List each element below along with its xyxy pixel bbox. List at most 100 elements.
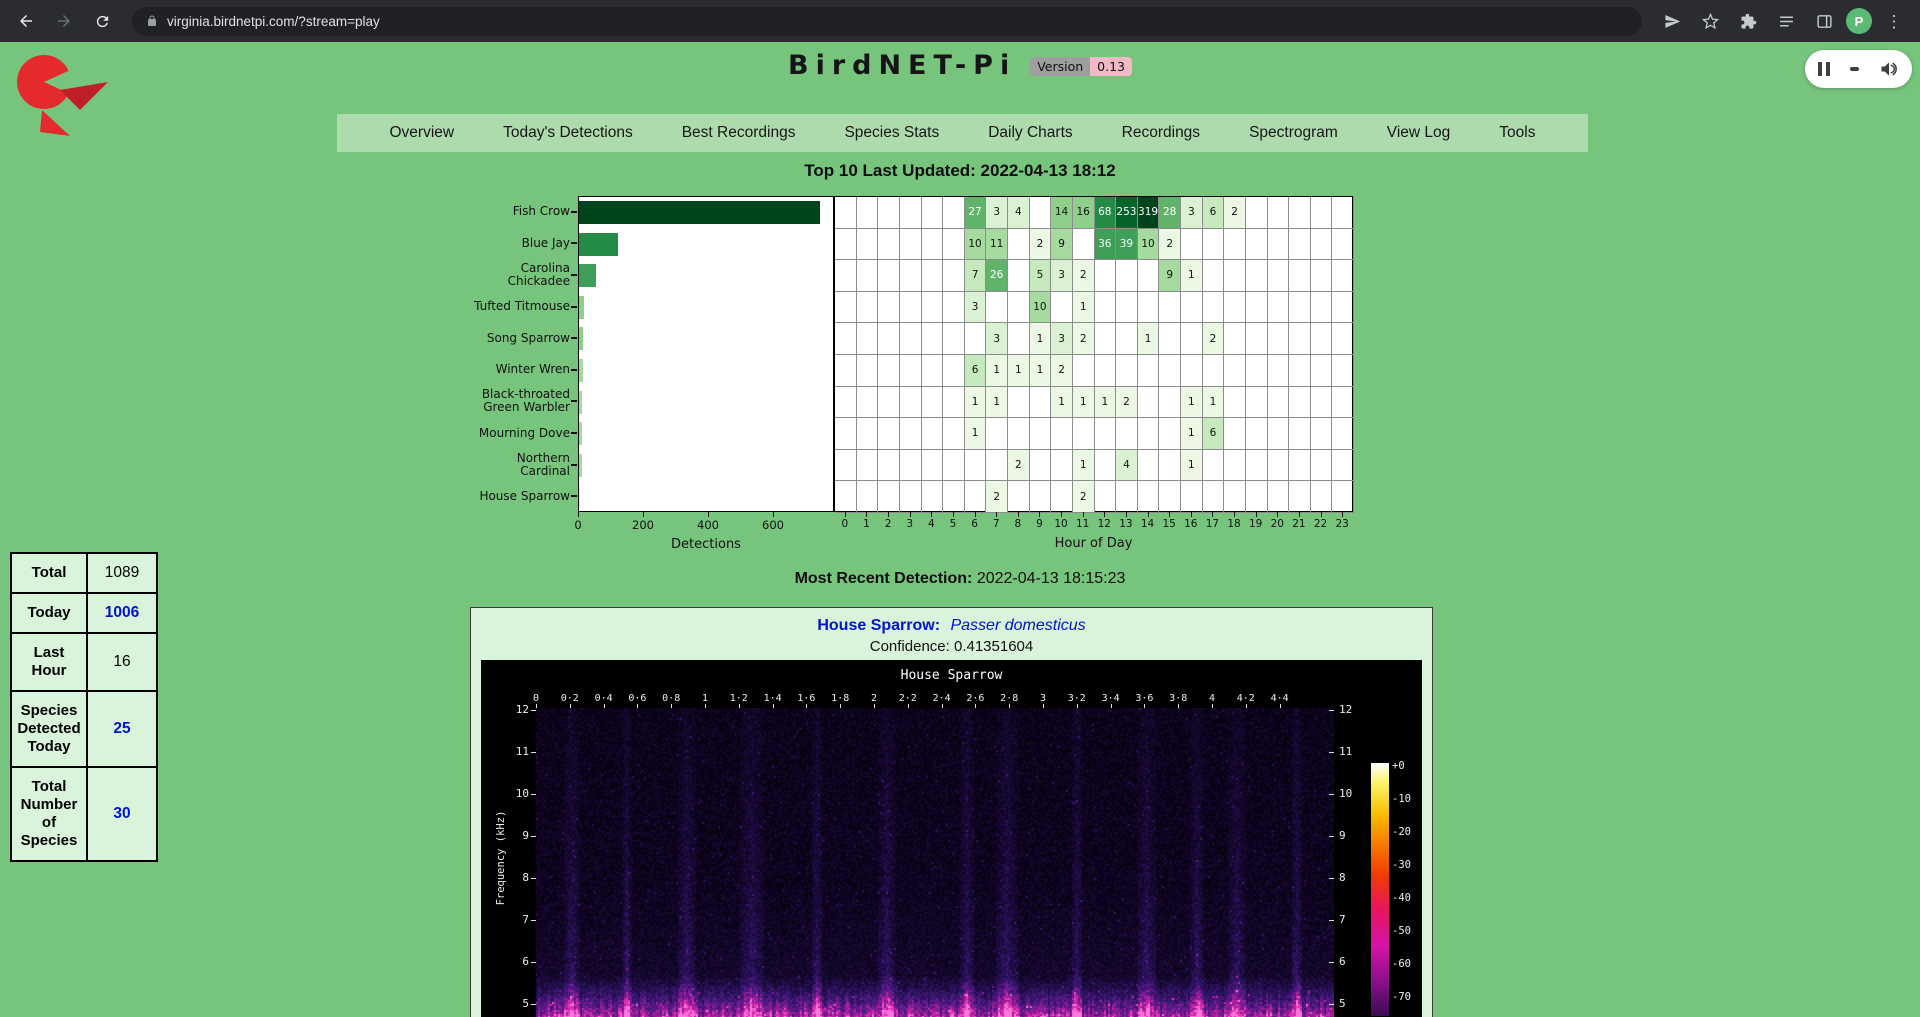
spectrogram-y-tick-left: 9 xyxy=(501,829,529,842)
heatmap-cell: 1 xyxy=(1181,387,1203,419)
stats-row: Total Number of Species30 xyxy=(11,767,157,861)
heatmap-cell xyxy=(857,229,879,261)
side-panel-button[interactable] xyxy=(1808,5,1840,37)
bar-axis-tick-label: 400 xyxy=(692,518,724,532)
heatmap-cell xyxy=(1095,292,1117,324)
heatmap-cell: 3 xyxy=(1181,197,1203,229)
bar-plot xyxy=(578,196,834,512)
heatmap-cell xyxy=(1224,355,1246,387)
nav-item-daily-charts[interactable]: Daily Charts xyxy=(988,124,1072,142)
detection-species[interactable]: House Sparrow: xyxy=(817,617,940,634)
frequency-axis-label: Frequency (kHz) xyxy=(495,783,507,933)
heatmap-cell xyxy=(1138,387,1160,419)
heatmap-cell xyxy=(1181,481,1203,513)
heatmap-cell: 319 xyxy=(1138,197,1160,229)
volume-icon[interactable] xyxy=(1879,59,1899,79)
colorbar-tick: -50 xyxy=(1392,925,1422,937)
heatmap-cell xyxy=(857,387,879,419)
spectrogram-x-tick: 0·6 xyxy=(620,693,654,704)
heatmap-cell xyxy=(1008,229,1030,261)
heatmap-cell xyxy=(857,197,879,229)
spectrogram-y-tick-left: 11 xyxy=(501,745,529,758)
nav-item-recordings[interactable]: Recordings xyxy=(1122,124,1200,142)
heatmap-cell xyxy=(1030,481,1052,513)
heatmap-cell: 1 xyxy=(1073,450,1095,482)
bookmark-button[interactable] xyxy=(1694,5,1726,37)
extensions-button[interactable] xyxy=(1732,5,1764,37)
stat-value-today[interactable]: 1006 xyxy=(87,593,157,633)
spectrogram-x-tick: 1·2 xyxy=(722,693,756,704)
heatmap-cell xyxy=(922,292,944,324)
hour-axis-tick xyxy=(1256,512,1257,517)
heatmap-cell xyxy=(900,481,922,513)
heatmap-cell: 1 xyxy=(965,387,987,419)
spectrogram-panel: House Sparrow Frequency (kHz) 00·20·40·6… xyxy=(481,660,1422,1017)
heatmap-cell xyxy=(1051,481,1073,513)
nav-item-best-recordings[interactable]: Best Recordings xyxy=(682,124,796,142)
seek-handle[interactable] xyxy=(1850,67,1859,71)
most-recent-detection: Most Recent Detection: 2022-04-13 18:15:… xyxy=(0,570,1920,588)
forward-button[interactable] xyxy=(48,5,80,37)
detection-scientific-name: Passer domesticus xyxy=(950,617,1085,634)
stat-value-total-number-of-species[interactable]: 30 xyxy=(87,767,157,861)
nav-item-species-stats[interactable]: Species Stats xyxy=(844,124,939,142)
heatmap-cell xyxy=(1095,450,1117,482)
nav-item-today-s-detections[interactable]: Today's Detections xyxy=(503,124,633,142)
hour-tick-label: 19 xyxy=(1246,518,1266,530)
spectrogram-y-tickmark xyxy=(1329,1004,1334,1005)
hour-axis-tick xyxy=(1212,512,1213,517)
heatmap-cell xyxy=(900,292,922,324)
top10-heading: Top 10 Last Updated: 2022-04-13 18:12 xyxy=(0,161,1920,181)
stat-value-species-detected-today[interactable]: 25 xyxy=(87,691,157,767)
hour-axis-tick xyxy=(931,512,932,517)
heatmap-cell xyxy=(900,260,922,292)
hour-axis-tick xyxy=(1104,512,1105,517)
species-axis-tick xyxy=(571,464,577,466)
heatmap-cell xyxy=(922,481,944,513)
heatmap-cell xyxy=(878,260,900,292)
heatmap-cell xyxy=(1138,260,1160,292)
heatmap-cell: 1 xyxy=(1030,323,1052,355)
hour-tick-label: 16 xyxy=(1181,518,1201,530)
heatmap-cell xyxy=(900,450,922,482)
back-button[interactable] xyxy=(10,5,42,37)
bookmark-star-icon xyxy=(1702,13,1719,30)
heatmap-cell xyxy=(1116,418,1138,450)
nav-item-spectrogram[interactable]: Spectrogram xyxy=(1249,124,1338,142)
spectrogram-x-tick: 3·4 xyxy=(1094,693,1128,704)
nav-item-tools[interactable]: Tools xyxy=(1499,124,1535,142)
heatmap-cell xyxy=(1159,481,1181,513)
species-label-black-throated-green-warbler: Black-throated Green Warbler xyxy=(466,386,570,418)
heatmap-cell xyxy=(1008,260,1030,292)
heatmap-cell xyxy=(1246,355,1268,387)
profile-avatar[interactable]: P xyxy=(1846,8,1872,34)
send-button[interactable] xyxy=(1656,5,1688,37)
reload-button[interactable] xyxy=(86,5,118,37)
heatmap-cell xyxy=(1030,197,1052,229)
colorbar-tick: -60 xyxy=(1392,958,1422,970)
heatmap-cell: 1 xyxy=(1181,418,1203,450)
heatmap-cell: 1 xyxy=(1181,450,1203,482)
heatmap-cell xyxy=(835,292,857,324)
spectrogram-y-tick-right: 8 xyxy=(1339,871,1367,884)
nav-item-overview[interactable]: Overview xyxy=(390,124,455,142)
heatmap-cell xyxy=(1159,323,1181,355)
url-bar[interactable]: virginia.birdnetpi.com/?stream=play xyxy=(132,7,1642,36)
audio-player[interactable] xyxy=(1805,50,1912,88)
lock-icon xyxy=(146,14,158,28)
spectrogram-y-tickmark xyxy=(531,920,536,921)
browser-menu-button[interactable]: ⋮ xyxy=(1878,5,1910,37)
nav-item-view-log[interactable]: View Log xyxy=(1387,124,1450,142)
heatmap-cell xyxy=(1138,481,1160,513)
stats-row: Today1006 xyxy=(11,593,157,633)
recent-label: Most Recent Detection: xyxy=(795,570,973,587)
heatmap-cell xyxy=(1095,355,1117,387)
pause-button[interactable] xyxy=(1818,62,1830,76)
heatmap-cell xyxy=(1332,481,1354,513)
reading-list-button[interactable] xyxy=(1770,5,1802,37)
bar-axis-tick xyxy=(708,512,709,517)
hour-tick-label: 15 xyxy=(1159,518,1179,530)
heatmap-cell: 2 xyxy=(986,481,1008,513)
heatmap-cell: 16 xyxy=(1073,197,1095,229)
heatmap-cell xyxy=(900,355,922,387)
